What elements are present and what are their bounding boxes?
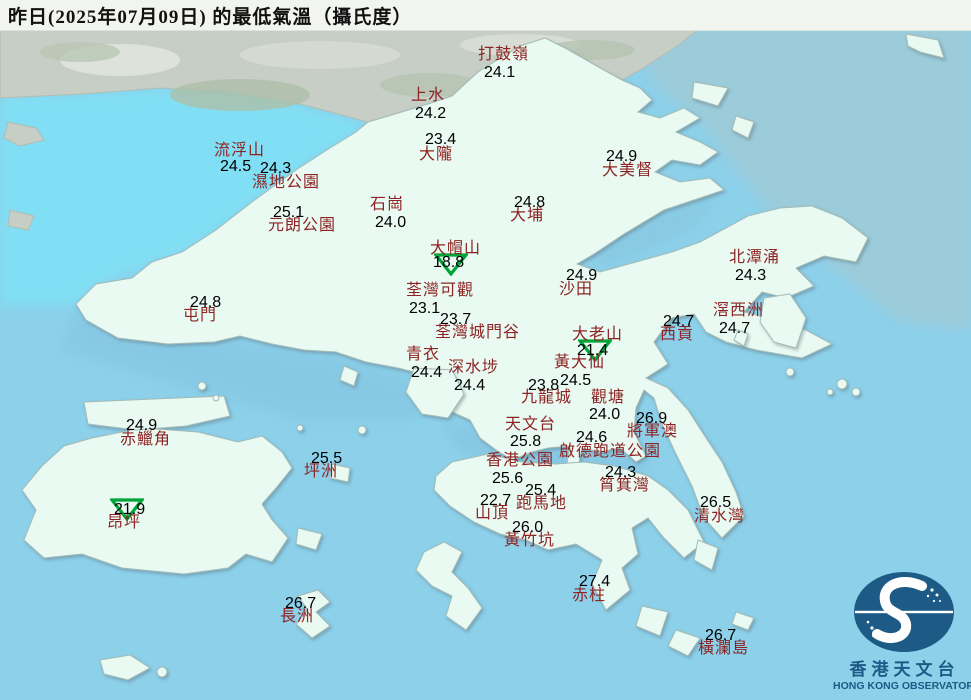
station-name-label: 啟德跑道公園	[559, 443, 662, 460]
station-name-label: 上水	[411, 87, 446, 104]
station-name-label: 赤柱	[572, 587, 607, 604]
station-value-label: 26.5	[700, 494, 732, 511]
station-name-label: 觀塘	[591, 389, 626, 406]
station-value-label: 24.4	[411, 364, 443, 381]
station-name-label: 天文台	[505, 416, 557, 433]
station-name-label: 流浮山	[214, 142, 266, 159]
title-bar: 昨日(2025年07月09日) 的最低氣溫（攝氏度）	[0, 0, 971, 31]
station-name-label: 滘西洲	[713, 302, 765, 319]
station-value-label: 24.7	[663, 313, 695, 330]
station-value-label: 25.6	[492, 470, 524, 487]
station-name-label: 清水灣	[694, 508, 746, 525]
station-value-label: 23.8	[528, 377, 560, 394]
station-name-label: 青衣	[406, 346, 441, 363]
station-value-label: 24.2	[415, 105, 447, 122]
station-value-label: 24.4	[454, 377, 486, 394]
station-name-label: 濕地公園	[252, 174, 321, 191]
station-name-label: 沙田	[559, 281, 594, 298]
station-value-label: 24.9	[126, 417, 158, 434]
station-value-label: 25.8	[510, 433, 542, 450]
station-value-label: 26.7	[285, 595, 317, 612]
station-value-label: 23.1	[409, 300, 441, 317]
station-value-label: 24.7	[719, 320, 751, 337]
station-name-label: 深水埗	[448, 359, 500, 376]
station-name-label: 石崗	[370, 196, 405, 213]
station-value-label: 23.4	[425, 131, 457, 148]
station-value-label: 24.6	[576, 429, 608, 446]
station-value-label: 21.9	[114, 501, 146, 518]
station-name-label: 打鼓嶺	[478, 46, 530, 63]
station-value-label: 24.3	[605, 464, 637, 481]
station-layer: 24.1 打鼓嶺 24.2 上水 23.4 大隴 24.5 流浮山 24.3 濕地公園 25.1 元朗…	[0, 0, 971, 700]
station-name-label: 北潭涌	[729, 249, 781, 266]
station-value-label: 26.7	[705, 627, 737, 644]
station-name-label: 荃灣可觀	[406, 282, 475, 299]
hko-logo-emblem	[854, 572, 954, 652]
station-value-label: 22.7	[480, 492, 512, 509]
station-value-label: 24.3	[260, 160, 292, 177]
station-value-label: 24.8	[514, 194, 546, 211]
hko-logo-chinese-name: 香港天文台	[849, 660, 960, 679]
station-value-label: 18.8	[433, 254, 465, 271]
station-value-label: 24.1	[484, 64, 516, 81]
station-name-label: 大老山	[572, 326, 624, 343]
station-name-label: 大隴	[419, 146, 454, 163]
hko-min-temp-map-page: 昨日(2025年07月09日) 的最低氣溫（攝氏度） 24.1 打鼓嶺 24.2 上水…	[0, 0, 971, 700]
station-value-label: 24.3	[735, 267, 767, 284]
station-name-label: 大美督	[602, 162, 654, 179]
station-value-label: 24.5	[220, 158, 252, 175]
station-value-label: 24.8	[190, 294, 222, 311]
hko-logo-english-name: HONG KONG OBSERVATORY	[833, 679, 971, 692]
station-value-label: 24.9	[606, 148, 638, 165]
station-value-label: 24.9	[566, 267, 598, 284]
station-name-label: 香港公園	[486, 452, 555, 469]
station-value-label: 21.4	[577, 342, 609, 359]
station-value-label: 27.4	[579, 573, 611, 590]
station-value-label: 25.5	[311, 450, 343, 467]
station-name-label: 赤鱲角	[120, 431, 172, 448]
station-value-label: 25.4	[525, 482, 557, 499]
page-title: 昨日(2025年07月09日) 的最低氣溫（攝氏度）	[8, 6, 413, 28]
station-value-label: 24.5	[560, 372, 592, 389]
station-value-label: 24.0	[589, 406, 621, 423]
station-value-label: 26.0	[512, 519, 544, 536]
station-value-label: 25.1	[273, 204, 305, 221]
station-value-label: 24.0	[375, 214, 407, 231]
station-value-label: 23.7	[440, 311, 472, 328]
hko-logo: 香港天文台 HONG KONG OBSERVATORY	[833, 570, 971, 693]
station-value-label: 26.9	[636, 410, 668, 427]
